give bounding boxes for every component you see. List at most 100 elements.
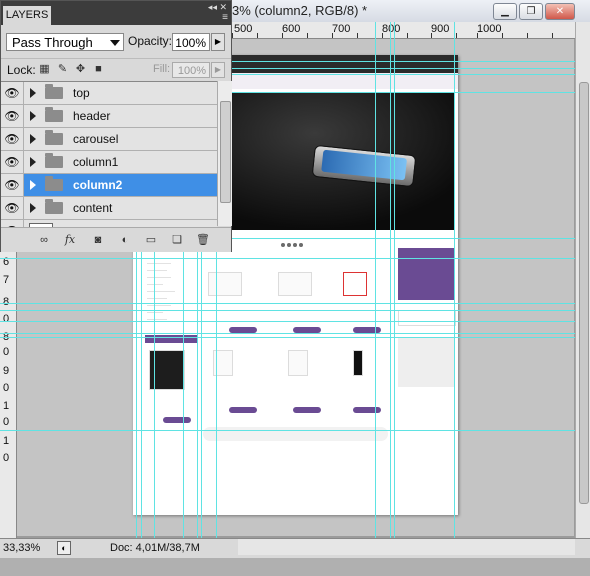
lock-image-icon[interactable]: ✎ — [56, 63, 69, 76]
layer-name: top — [73, 86, 90, 100]
folder-icon — [45, 84, 63, 99]
visibility-eye-icon[interactable]: 👁 — [1, 220, 24, 227]
ruler-label: 0 — [3, 382, 10, 394]
fill-slider-button[interactable]: ▶ — [211, 62, 225, 78]
layer-row-column1[interactable]: 👁 column1 — [1, 151, 217, 174]
folder-icon — [45, 176, 63, 191]
ruler-label: 0 — [3, 313, 10, 325]
ruler-label: 0 — [3, 416, 10, 428]
lock-position-icon[interactable]: ✥ — [74, 63, 87, 76]
horizontal-ruler: 500 600 700 800 900 1000 — [232, 22, 576, 39]
guide-line[interactable] — [454, 22, 455, 538]
folder-icon — [45, 130, 63, 145]
fill-label: Fill: — [153, 63, 171, 75]
opacity-slider-button[interactable]: ▶ — [211, 33, 225, 51]
ruler-label: 9 — [3, 365, 10, 377]
folder-icon[interactable]: ▭ — [144, 233, 158, 247]
mockup-add-button — [229, 407, 257, 413]
minimize-button[interactable]: ▁ — [493, 3, 517, 20]
ruler-label: 0 — [3, 346, 10, 358]
folder-icon — [45, 153, 63, 168]
layer-row-header[interactable]: 👁 header — [1, 105, 217, 128]
ruler-label: 700 — [332, 23, 351, 35]
lock-all-icon[interactable]: ■ — [92, 63, 105, 76]
blend-mode-value: Pass Through — [12, 35, 93, 50]
mockup-sidebar-image — [398, 337, 454, 387]
visibility-eye-icon[interactable]: 👁 — [1, 128, 24, 150]
mockup-product-thumb — [343, 272, 367, 296]
scrollbar-thumb[interactable] — [220, 101, 231, 203]
scrollbar-thumb[interactable] — [579, 82, 589, 504]
ruler-label: 500 — [234, 23, 253, 35]
mockup-product-thumb — [288, 350, 308, 376]
status-info-icon[interactable]: ◐ — [57, 541, 71, 555]
restore-button[interactable]: ❐ — [519, 3, 543, 20]
opacity-label: Opacity: — [128, 34, 173, 48]
ruler-label: 0 — [3, 452, 10, 464]
layer-row-content[interactable]: 👁 content — [1, 197, 217, 220]
zoom-level[interactable]: 33,33% — [3, 541, 45, 555]
ruler-label: 1 — [3, 435, 10, 447]
lock-transparency-icon[interactable]: ▦ — [38, 63, 51, 76]
fx-icon[interactable]: fx — [63, 233, 77, 247]
layer-row-column2[interactable]: 👁 column2 — [1, 174, 217, 197]
visibility-eye-icon[interactable]: 👁 — [1, 82, 24, 104]
expand-triangle-icon[interactable] — [30, 111, 36, 121]
expand-triangle-icon[interactable] — [30, 203, 36, 213]
layer-row-top[interactable]: 👁 top — [1, 82, 217, 105]
mask-icon[interactable]: ◙ — [91, 233, 105, 247]
trash-icon[interactable]: 🗑 — [196, 233, 210, 247]
layer-row-background[interactable]: 👁 — [1, 220, 217, 227]
visibility-eye-icon[interactable]: 👁 — [1, 151, 24, 173]
horizontal-scrollbar[interactable] — [238, 539, 575, 555]
guide-line[interactable] — [0, 333, 575, 334]
ruler-label: 8 — [3, 296, 10, 308]
layer-name: column2 — [73, 178, 123, 192]
panel-menu-icon[interactable]: ≡ — [222, 12, 228, 23]
layers-scrollbar[interactable] — [217, 81, 232, 226]
ruler-label: 900 — [431, 23, 450, 35]
expand-triangle-icon[interactable] — [30, 88, 36, 98]
visibility-eye-icon[interactable]: 👁 — [1, 174, 24, 196]
document-size-info: Doc: 4,01M/38,7M — [110, 542, 200, 554]
document-title: 3% (column2, RGB/8) * — [232, 3, 368, 18]
guide-line[interactable] — [0, 258, 575, 259]
layers-panel-footer: ∞ fx ◙ ◐ ▭ ❏ 🗑 — [1, 227, 231, 252]
opacity-input[interactable]: 100% — [172, 33, 210, 51]
expand-triangle-icon[interactable] — [30, 157, 36, 167]
layer-row-carousel[interactable]: 👁 carousel — [1, 128, 217, 151]
guide-line[interactable] — [390, 22, 391, 538]
visibility-eye-icon[interactable]: 👁 — [1, 197, 24, 219]
layer-name: column1 — [73, 155, 119, 169]
layers-tab[interactable]: LAYERS — [3, 6, 51, 25]
guide-line[interactable] — [0, 310, 575, 311]
layer-list: 👁 top 👁 header 👁 carousel 👁 column1 👁 co… — [1, 81, 217, 227]
ruler-label: 1 — [3, 400, 10, 412]
fill-input[interactable]: 100% — [172, 62, 210, 78]
expand-triangle-icon[interactable] — [30, 134, 36, 144]
layer-name: content — [73, 201, 113, 215]
blend-mode-select[interactable]: Pass Through — [6, 33, 124, 51]
new-layer-icon[interactable]: ❏ — [170, 233, 184, 247]
guide-line[interactable] — [0, 303, 575, 304]
expand-triangle-icon[interactable] — [30, 180, 36, 190]
ruler-label: 600 — [282, 23, 301, 35]
visibility-eye-icon[interactable]: 👁 — [1, 105, 24, 127]
close-button[interactable]: ✕ — [545, 3, 575, 20]
link-icon[interactable]: ∞ — [37, 233, 51, 247]
guide-line[interactable] — [0, 337, 575, 338]
guide-line[interactable] — [0, 430, 575, 431]
guide-line[interactable] — [0, 321, 575, 322]
mockup-sidebar-box — [398, 310, 456, 326]
chevron-down-icon — [110, 40, 120, 46]
adjustment-icon[interactable]: ◐ — [118, 233, 132, 247]
mockup-add-button — [353, 407, 381, 413]
layers-panel-header: LAYERS ◂◂ ✕ ≡ — [1, 1, 231, 25]
guide-line[interactable] — [375, 22, 376, 538]
lock-label: Lock: — [7, 63, 36, 77]
vertical-scrollbar[interactable] — [575, 22, 590, 538]
folder-icon — [45, 107, 63, 122]
guide-line[interactable] — [394, 22, 395, 538]
layers-panel: LAYERS ◂◂ ✕ ≡ Pass Through Opacity: 100%… — [0, 0, 232, 252]
mockup-add-button — [163, 417, 191, 423]
